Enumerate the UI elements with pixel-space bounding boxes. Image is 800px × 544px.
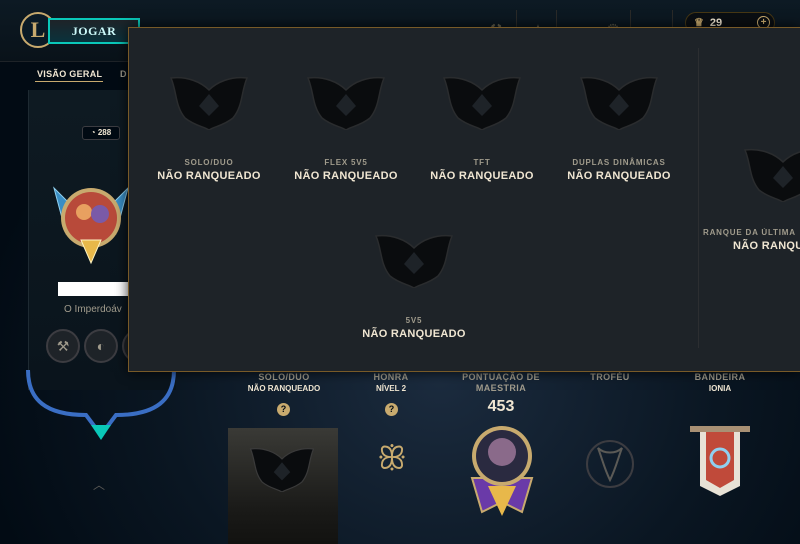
- queue-name: RANQUE DA ÚLTIMA: [703, 228, 796, 237]
- mastery-label: PONTUAÇÃO DE: [462, 372, 540, 382]
- trophy-label: TROFÉU: [590, 372, 630, 382]
- banner-label: BANDEIRA: [694, 372, 746, 382]
- rank-emblem-icon: [249, 448, 315, 492]
- rank-entry-last-season: RANQUE DA ÚLTIMA NÃO RANQU: [703, 228, 800, 252]
- honor-label: HONRA: [373, 372, 409, 382]
- rank-status: NÃO RANQUEADO: [157, 170, 261, 182]
- banner-icon: [690, 426, 750, 496]
- active-tab-underline: [35, 81, 103, 82]
- chevron-up-icon[interactable]: ︿: [93, 476, 105, 493]
- rank-emblem-icon: [743, 148, 800, 202]
- rank-status: NÃO RANQUEADO: [362, 328, 466, 340]
- rank-emblem-icon: [306, 76, 386, 130]
- mastery-crest-icon[interactable]: [466, 422, 538, 518]
- solo-duo-label: SOLO/DUO: [258, 372, 310, 382]
- summoner-icon-crest[interactable]: [46, 178, 136, 268]
- challenge-badge-icon[interactable]: ⚒: [46, 329, 80, 363]
- summoner-level: 288: [97, 128, 112, 137]
- rank-entry-tft: TFT NÃO RANQUEADO: [412, 158, 552, 182]
- rank-status: NÃO RANQUEADO: [567, 170, 671, 182]
- honor-level: NÍVEL 2: [375, 384, 407, 393]
- rank-emblem-icon: [169, 76, 249, 130]
- rank-entry-double-up: DUPLAS DINÂMICAS NÃO RANQUEADO: [549, 158, 689, 182]
- mastery-label-line2: MAESTRIA: [475, 383, 527, 393]
- mastery-score: 453: [487, 398, 515, 415]
- summoner-title: O Imperdoáv: [64, 304, 122, 315]
- rank-entry-flex: FLEX 5V5 NÃO RANQUEADO: [276, 158, 416, 182]
- honor-icon: ꕥ: [377, 440, 407, 476]
- question-icon[interactable]: ?: [277, 403, 290, 416]
- level-icon: ◔: [90, 128, 98, 137]
- rank-emblem-icon: [374, 234, 454, 288]
- banner-region: IONIA: [708, 384, 732, 393]
- question-icon[interactable]: ?: [385, 403, 398, 416]
- rank-emblem-icon: [579, 76, 659, 130]
- solo-duo-status: NÃO RANQUEADO: [247, 384, 321, 393]
- rank-status: NÃO RANQUEADO: [430, 170, 534, 182]
- challenge-badge-icon[interactable]: ◐: [84, 329, 118, 363]
- queue-name: FLEX 5V5: [324, 158, 368, 167]
- tab-overview[interactable]: VISÃO GERAL: [37, 69, 102, 79]
- queue-name: 5V5: [405, 316, 423, 325]
- rank-status: NÃO RANQU: [733, 240, 800, 252]
- rank-status: NÃO RANQUEADO: [294, 170, 398, 182]
- tab-second[interactable]: D: [120, 69, 127, 79]
- queue-name: SOLO/DUO: [184, 158, 234, 167]
- trophy-icon: [586, 440, 634, 488]
- play-button[interactable]: JOGAR: [48, 18, 140, 44]
- rank-entry-solo-duo: SOLO/DUO NÃO RANQUEADO: [139, 158, 279, 182]
- crest-frame-ornament: [26, 370, 176, 440]
- rank-entry-5v5: 5V5 NÃO RANQUEADO: [344, 316, 484, 340]
- rank-emblem-icon: [442, 76, 522, 130]
- popup-divider: [698, 48, 699, 348]
- queue-name: TFT: [473, 158, 491, 167]
- ranked-details-popup: SOLO/DUO NÃO RANQUEADO FLEX 5V5 NÃO RANQ…: [128, 27, 800, 372]
- summoner-level-badge: ◔ 288: [82, 126, 120, 140]
- queue-name: DUPLAS DINÂMICAS: [572, 158, 666, 167]
